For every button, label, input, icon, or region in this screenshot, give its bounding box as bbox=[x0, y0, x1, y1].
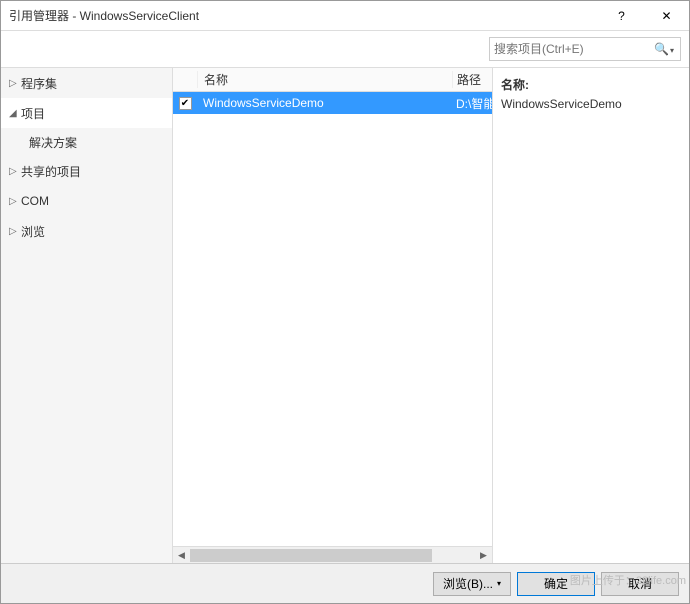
row-name: WindowsServiceDemo bbox=[197, 96, 452, 110]
scroll-track[interactable] bbox=[190, 547, 475, 564]
sidebar-item-label: 共享的项目 bbox=[21, 163, 81, 180]
col-path-header[interactable]: 路径 bbox=[452, 71, 492, 88]
chevron-right-icon: ▷ bbox=[9, 226, 21, 237]
help-button[interactable]: ? bbox=[599, 1, 644, 31]
chevron-down-icon: ◢ bbox=[9, 108, 21, 119]
col-name-header[interactable]: 名称 bbox=[197, 71, 452, 88]
sidebar-item-label: 程序集 bbox=[21, 75, 57, 92]
titlebar: 引用管理器 - WindowsServiceClient ? ✕ bbox=[1, 1, 689, 31]
row-checkbox-cell: ✔ bbox=[173, 97, 197, 110]
sidebar-item-shared[interactable]: ▷ 共享的项目 bbox=[1, 156, 172, 186]
row-path: D:\智能 bbox=[452, 95, 492, 112]
sidebar-item-assemblies[interactable]: ▷ 程序集 bbox=[1, 68, 172, 98]
list-body: ✔ WindowsServiceDemo D:\智能 bbox=[173, 92, 492, 546]
sidebar-item-label: 项目 bbox=[21, 105, 45, 122]
sidebar-item-label: COM bbox=[21, 194, 49, 208]
ok-button[interactable]: 确定 bbox=[517, 572, 595, 596]
search-input[interactable] bbox=[494, 42, 652, 56]
search-box: 🔍▾ bbox=[489, 37, 681, 61]
search-row: 🔍▾ bbox=[1, 31, 689, 68]
chevron-right-icon: ▷ bbox=[9, 166, 21, 177]
browse-button[interactable]: 浏览(B)... ▾ bbox=[433, 572, 511, 596]
scroll-right-icon[interactable]: ▶ bbox=[475, 547, 492, 564]
sidebar-subitem-label: 解决方案 bbox=[29, 134, 77, 151]
scroll-thumb[interactable] bbox=[190, 549, 432, 562]
list-row[interactable]: ✔ WindowsServiceDemo D:\智能 bbox=[173, 92, 492, 114]
list-header: 名称 路径 bbox=[173, 68, 492, 92]
chevron-down-icon: ▾ bbox=[497, 579, 501, 588]
details-panel: 名称: WindowsServiceDemo bbox=[493, 68, 689, 563]
chevron-right-icon: ▷ bbox=[9, 78, 21, 89]
detail-label: 名称: bbox=[501, 76, 681, 93]
close-icon: ✕ bbox=[661, 9, 671, 23]
help-icon: ? bbox=[618, 9, 625, 23]
sidebar-item-com[interactable]: ▷ COM bbox=[1, 186, 172, 216]
window-title: 引用管理器 - WindowsServiceClient bbox=[9, 7, 599, 24]
sidebar-item-projects[interactable]: ◢ 项目 bbox=[1, 98, 172, 128]
cancel-button[interactable]: 取消 bbox=[601, 572, 679, 596]
scroll-left-icon[interactable]: ◀ bbox=[173, 547, 190, 564]
search-icon[interactable]: 🔍▾ bbox=[652, 42, 676, 56]
main: ▷ 程序集 ◢ 项目 解决方案 ▷ 共享的项目 ▷ COM ▷ 浏览 bbox=[1, 68, 689, 563]
sidebar: ▷ 程序集 ◢ 项目 解决方案 ▷ 共享的项目 ▷ COM ▷ 浏览 bbox=[1, 68, 173, 563]
footer: 浏览(B)... ▾ 确定 取消 bbox=[1, 563, 689, 603]
chevron-right-icon: ▷ bbox=[9, 196, 21, 207]
row-checkbox[interactable]: ✔ bbox=[179, 97, 192, 110]
sidebar-item-label: 浏览 bbox=[21, 223, 45, 240]
sidebar-item-browse[interactable]: ▷ 浏览 bbox=[1, 216, 172, 246]
chevron-down-icon: ▾ bbox=[670, 46, 674, 55]
dialog: 引用管理器 - WindowsServiceClient ? ✕ 🔍▾ ▷ 程序… bbox=[0, 0, 690, 604]
close-button[interactable]: ✕ bbox=[644, 1, 689, 31]
horizontal-scrollbar[interactable]: ◀ ▶ bbox=[173, 546, 492, 563]
detail-value: WindowsServiceDemo bbox=[501, 97, 681, 111]
browse-button-label: 浏览(B)... bbox=[443, 575, 493, 592]
list-panel: 名称 路径 ✔ WindowsServiceDemo D:\智能 ◀ ▶ bbox=[173, 68, 493, 563]
sidebar-subitem-solution[interactable]: 解决方案 bbox=[1, 128, 172, 156]
